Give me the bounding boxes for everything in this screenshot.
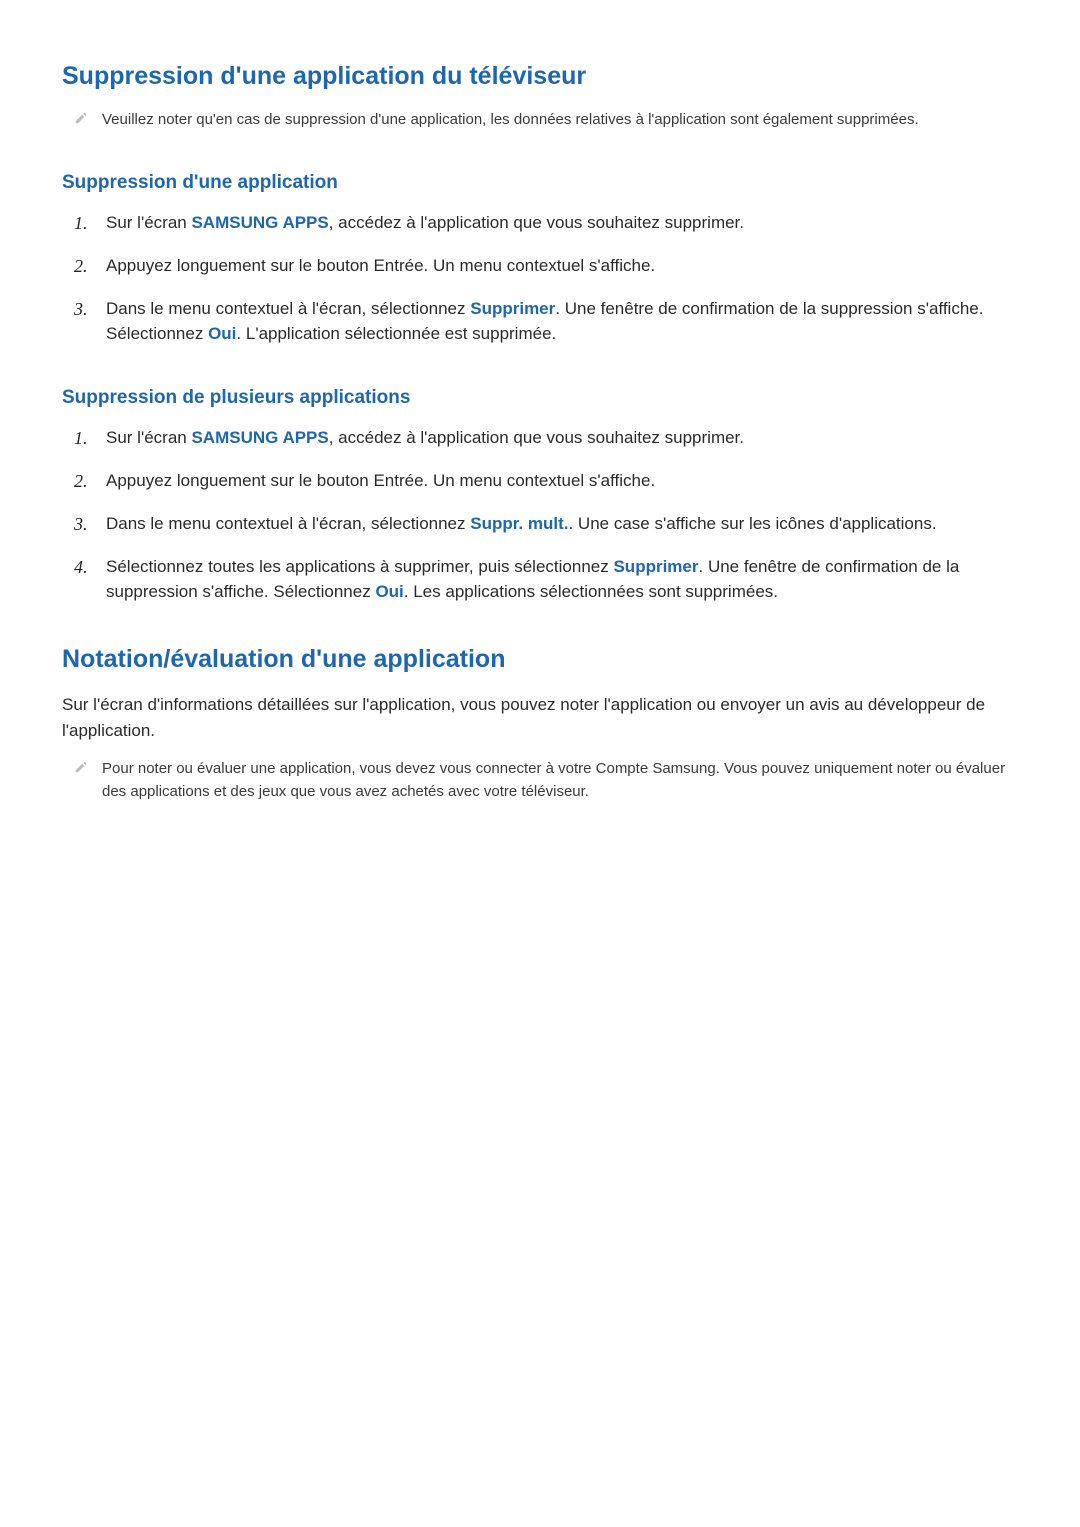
ui-label-supprimer: Supprimer: [470, 299, 555, 318]
step-number: 2.: [74, 253, 94, 280]
ui-label-supprimer: Supprimer: [613, 557, 698, 576]
step-number: 3.: [74, 511, 94, 538]
ui-label-samsung-apps: SAMSUNG APPS: [191, 428, 328, 447]
text-run: , accédez à l'application que vous souha…: [329, 428, 744, 447]
list-item: 2. Appuyez longuement sur le bouton Entr…: [62, 253, 1018, 280]
step-number: 3.: [74, 296, 94, 347]
list-item: 3. Dans le menu contextuel à l'écran, sé…: [62, 511, 1018, 538]
document-page: Suppression d'une application du télévis…: [0, 0, 1080, 1527]
ui-label-oui: Oui: [375, 582, 403, 601]
text-run: , accédez à l'application que vous souha…: [329, 213, 744, 232]
ui-label-suppr-mult: Suppr. mult.: [470, 514, 568, 533]
step-body: Dans le menu contextuel à l'écran, sélec…: [106, 511, 1018, 538]
text-run: . L'application sélectionnée est supprim…: [236, 324, 556, 343]
pencil-icon: [74, 760, 88, 778]
text-run: . Les applications sélectionnées sont su…: [404, 582, 778, 601]
step-body: Sélectionnez toutes les applications à s…: [106, 554, 1018, 605]
note-text: Veuillez noter qu'en cas de suppression …: [102, 109, 919, 132]
step-body: Dans le menu contextuel à l'écran, sélec…: [106, 296, 1018, 347]
list-item: 3. Dans le menu contextuel à l'écran, sé…: [62, 296, 1018, 347]
step-body: Appuyez longuement sur le bouton Entrée.…: [106, 253, 1018, 280]
ordered-list: 1. Sur l'écran SAMSUNG APPS, accédez à l…: [62, 210, 1018, 347]
note-block: Veuillez noter qu'en cas de suppression …: [62, 109, 1018, 132]
step-body: Sur l'écran SAMSUNG APPS, accédez à l'ap…: [106, 425, 1018, 452]
heading-rate-app: Notation/évaluation d'une application: [62, 645, 1018, 674]
subheading-delete-one: Suppression d'une application: [62, 172, 1018, 194]
step-number: 1.: [74, 425, 94, 452]
step-body: Appuyez longuement sur le bouton Entrée.…: [106, 468, 1018, 495]
step-body: Sur l'écran SAMSUNG APPS, accédez à l'ap…: [106, 210, 1018, 237]
text-run: Dans le menu contextuel à l'écran, sélec…: [106, 514, 470, 533]
paragraph: Sur l'écran d'informations détaillées su…: [62, 692, 1018, 745]
note-block: Pour noter ou évaluer une application, v…: [62, 758, 1018, 803]
text-run: Sélectionnez toutes les applications à s…: [106, 557, 613, 576]
list-item: 1. Sur l'écran SAMSUNG APPS, accédez à l…: [62, 210, 1018, 237]
ordered-list: 1. Sur l'écran SAMSUNG APPS, accédez à l…: [62, 425, 1018, 605]
list-item: 4. Sélectionnez toutes les applications …: [62, 554, 1018, 605]
step-number: 4.: [74, 554, 94, 605]
text-run: Dans le menu contextuel à l'écran, sélec…: [106, 299, 470, 318]
text-run: Sur l'écran: [106, 428, 191, 447]
subheading-delete-many: Suppression de plusieurs applications: [62, 387, 1018, 409]
heading-delete-app: Suppression d'une application du télévis…: [62, 62, 1018, 91]
step-number: 1.: [74, 210, 94, 237]
step-number: 2.: [74, 468, 94, 495]
ui-label-samsung-apps: SAMSUNG APPS: [191, 213, 328, 232]
ui-label-oui: Oui: [208, 324, 236, 343]
list-item: 1. Sur l'écran SAMSUNG APPS, accédez à l…: [62, 425, 1018, 452]
pencil-icon: [74, 111, 88, 129]
note-text: Pour noter ou évaluer une application, v…: [102, 758, 1018, 803]
list-item: 2. Appuyez longuement sur le bouton Entr…: [62, 468, 1018, 495]
text-run: Sur l'écran: [106, 213, 191, 232]
text-run: . Une case s'affiche sur les icônes d'ap…: [568, 514, 936, 533]
